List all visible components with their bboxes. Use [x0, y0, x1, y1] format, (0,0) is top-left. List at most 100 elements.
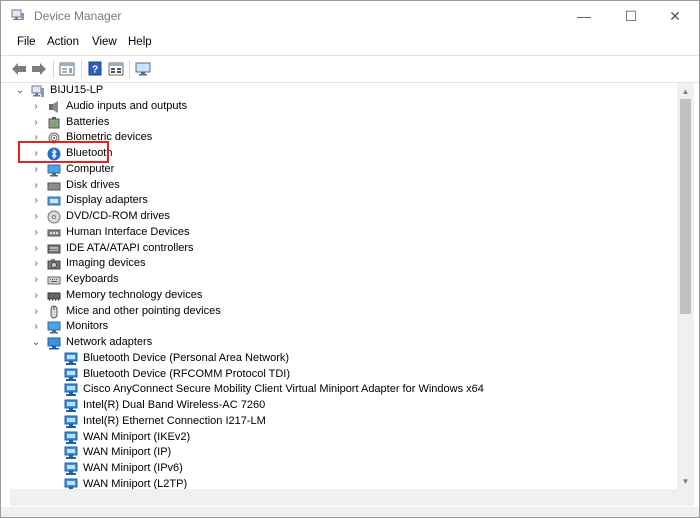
menu-bar: File Action View Help [1, 32, 699, 54]
network-adapter-item[interactable]: Intel(R) Dual Band Wireless-AC 7260 [10, 398, 670, 414]
tree-category[interactable]: › Display adapters [10, 193, 670, 209]
bluetooth-highlight-box [18, 141, 109, 163]
camera-icon [47, 257, 61, 271]
tree-category[interactable]: › Human Interface Devices [10, 225, 670, 241]
chevron-right-icon[interactable]: › [31, 258, 41, 270]
chevron-right-icon[interactable]: › [31, 274, 41, 286]
tree-item-label: WAN Miniport (IPv6) [83, 462, 183, 474]
network-adapter-icon [64, 368, 78, 382]
tree-category[interactable]: › Audio inputs and outputs [10, 99, 670, 115]
chevron-right-icon[interactable]: › [31, 306, 41, 318]
properties-icon[interactable] [58, 60, 76, 77]
menu-view[interactable]: View [92, 36, 117, 48]
title-bar[interactable]: Device Manager — ☐ ✕ [1, 1, 699, 31]
tree-category[interactable]: › IDE ATA/ATAPI controllers [10, 241, 670, 257]
tree-category[interactable]: › Bluetooth [10, 146, 670, 162]
tree-item-label: Computer [66, 162, 115, 175]
network-adapter-icon [64, 446, 78, 460]
device-manager-window: Device Manager — ☐ ✕ File Action View He… [0, 0, 700, 518]
status-bar [1, 507, 699, 517]
network-adapter-item[interactable]: Cisco AnyConnect Secure Mobility Client … [10, 382, 670, 398]
ide-controller-icon [47, 242, 61, 256]
computer-icon [47, 163, 61, 177]
vertical-scroll-thumb[interactable] [680, 99, 691, 314]
tree-item-label: Human Interface Devices [66, 225, 190, 238]
toolbar-separator [81, 60, 82, 78]
network-adapter-item[interactable]: Intel(R) Ethernet Connection I217-LM [10, 414, 670, 430]
tree-item-label: Imaging devices [66, 257, 146, 270]
tree-root[interactable]: ⌄ BIJU15-LP [10, 83, 670, 99]
tree-category[interactable]: › Biometric devices [10, 130, 670, 146]
chevron-right-icon[interactable]: › [31, 211, 41, 223]
scroll-up-arrow-icon[interactable]: ▲ [677, 83, 694, 99]
battery-icon [47, 116, 61, 130]
network-adapter-icon [47, 336, 61, 350]
tree-category[interactable]: › Imaging devices [10, 256, 670, 272]
network-adapter-icon [64, 462, 78, 476]
network-adapter-item[interactable]: Bluetooth Device (Personal Area Network) [10, 351, 670, 367]
tree-category[interactable]: › Keyboards [10, 272, 670, 288]
tree-category[interactable]: › DVD/CD-ROM drives [10, 209, 670, 225]
tree-category[interactable]: › Batteries [10, 115, 670, 131]
chevron-right-icon[interactable]: › [31, 290, 41, 302]
tree-category[interactable]: › Computer [10, 162, 670, 178]
device-manager-app-icon [11, 9, 25, 21]
tree-item-label: Bluetooth Device (RFCOMM Protocol TDI) [83, 367, 291, 380]
network-adapter-item[interactable]: WAN Miniport (IPv6) [10, 461, 670, 477]
network-adapter-icon [64, 431, 78, 445]
chevron-right-icon[interactable]: › [31, 243, 41, 255]
tree-category[interactable]: ⌄ Network adapters [10, 335, 670, 351]
toolbar-separator [129, 60, 130, 78]
tree-category[interactable]: › Mice and other pointing devices [10, 304, 670, 320]
hid-icon [47, 226, 61, 240]
close-button[interactable]: ✕ [652, 1, 698, 31]
chevron-right-icon[interactable]: › [31, 195, 41, 207]
keyboard-icon [47, 273, 61, 287]
tree-item-label: DVD/CD-ROM drives [66, 210, 170, 222]
chevron-down-icon[interactable]: ⌄ [31, 337, 41, 349]
tree-item-label: Keyboards [66, 273, 119, 285]
tree-item-label: Monitors [66, 320, 109, 333]
network-adapter-item[interactable]: WAN Miniport (IP) [10, 445, 670, 461]
menu-file[interactable]: File [17, 36, 36, 48]
forward-arrow-icon[interactable] [30, 60, 48, 77]
network-adapter-item[interactable]: WAN Miniport (IKEv2) [10, 430, 670, 446]
tree-item-label: Intel(R) Ethernet Connection I217-LM [83, 414, 266, 427]
network-adapter-item[interactable]: WAN Miniport (L2TP) [10, 477, 670, 489]
maximize-button[interactable]: ☐ [608, 1, 654, 31]
toolbar-separator [53, 60, 54, 78]
chevron-right-icon[interactable]: › [31, 227, 41, 239]
network-adapter-icon [64, 415, 78, 429]
tree-category[interactable]: › Memory technology devices [10, 288, 670, 304]
monitor-icon [47, 320, 61, 334]
tree-item-label: Display adapters [66, 194, 148, 207]
view-list-icon[interactable] [107, 60, 125, 77]
back-arrow-icon[interactable] [10, 60, 28, 77]
scroll-down-arrow-icon[interactable]: ▼ [677, 473, 694, 489]
tree-item-label: BIJU15-LP [50, 84, 104, 96]
chevron-right-icon[interactable]: › [31, 164, 41, 176]
vertical-scrollbar[interactable]: ▲ ▼ [677, 83, 694, 489]
chevron-down-icon[interactable]: ⌄ [15, 85, 25, 97]
menu-help[interactable]: Help [128, 36, 152, 48]
chevron-right-icon[interactable]: › [31, 101, 41, 113]
chevron-right-icon[interactable]: › [31, 117, 41, 129]
network-adapter-item[interactable]: Bluetooth Device (RFCOMM Protocol TDI) [10, 367, 670, 383]
chevron-right-icon[interactable]: › [31, 180, 41, 192]
monitor-icon[interactable] [134, 60, 152, 77]
tree-item-label: Cisco AnyConnect Secure Mobility Client … [83, 383, 484, 396]
tree-item-label: Mice and other pointing devices [66, 304, 221, 317]
disk-drive-icon [47, 179, 61, 193]
menu-action[interactable]: Action [47, 36, 79, 48]
chevron-right-icon[interactable]: › [31, 321, 41, 333]
tree-item-label: Audio inputs and outputs [66, 99, 188, 112]
device-tree[interactable]: ⌄ BIJU15-LP › Audio inputs and outputs › Batt… [10, 83, 676, 489]
minimize-button[interactable]: — [561, 1, 607, 31]
memory-icon [47, 289, 61, 303]
tree-category[interactable]: › Disk drives [10, 178, 670, 194]
tree-category[interactable]: › Monitors [10, 319, 670, 335]
tree-item-label: Bluetooth Device (Personal Area Network) [83, 351, 290, 364]
horizontal-scrollbar[interactable] [10, 489, 694, 506]
tree-item-label: Memory technology devices [66, 288, 203, 301]
help-icon[interactable]: ? [86, 60, 104, 77]
